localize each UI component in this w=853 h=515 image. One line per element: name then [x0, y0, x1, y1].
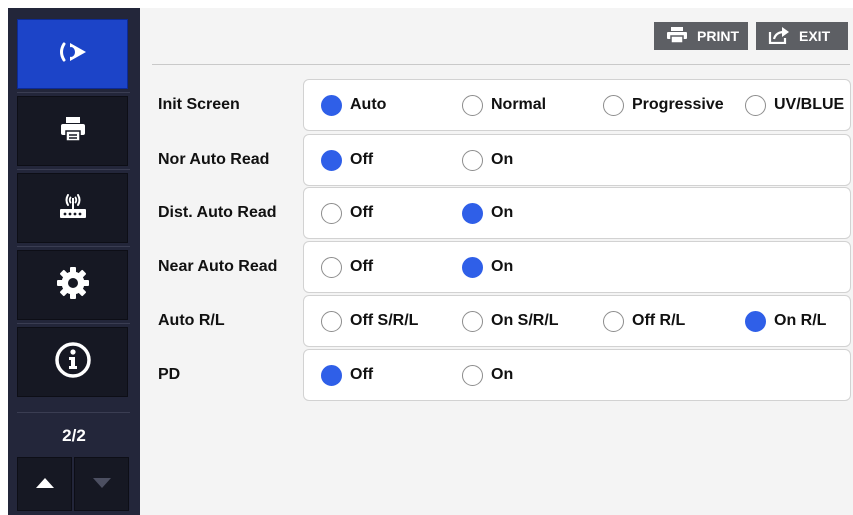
radio-option[interactable]: UV/BLUE — [745, 93, 844, 117]
radio-option-label: Off — [350, 258, 374, 275]
page-indicator: 2/2 — [62, 426, 86, 445]
eye-logo-icon — [58, 40, 88, 69]
page-up-button[interactable] — [17, 457, 72, 511]
arrow-down-icon — [92, 475, 111, 493]
radio-checked-icon[interactable] — [745, 310, 766, 332]
radio-unchecked-icon[interactable] — [603, 94, 624, 116]
setting-label: Near Auto Read — [158, 258, 278, 275]
radio-checked-icon[interactable] — [462, 256, 483, 278]
radio-unchecked-icon[interactable] — [462, 149, 483, 171]
header-divider — [152, 64, 850, 65]
radio-option-label: UV/BLUE — [774, 96, 845, 113]
nav-info-button[interactable] — [17, 327, 128, 397]
radio-option-label: Progressive — [632, 96, 724, 113]
radio-option[interactable]: Off S/R/L — [321, 309, 418, 333]
radio-checked-icon[interactable] — [321, 94, 342, 116]
radio-option-label: On S/R/L — [491, 312, 559, 329]
radio-option-label: Off S/R/L — [350, 312, 419, 329]
radio-option-label: Normal — [491, 96, 547, 113]
radio-checked-icon[interactable] — [462, 202, 483, 224]
radio-checked-icon[interactable] — [321, 364, 342, 386]
setting-option-group: Off S/R/L On S/R/L Off R/L On R/L — [303, 295, 851, 347]
radio-option[interactable]: Off R/L — [603, 309, 685, 333]
radio-unchecked-icon[interactable] — [462, 364, 483, 386]
radio-option[interactable]: Normal — [462, 93, 546, 117]
exit-button[interactable]: EXIT — [756, 22, 848, 50]
radio-option-label: Off — [350, 151, 374, 168]
nav-print-button[interactable] — [17, 96, 128, 166]
radio-unchecked-icon[interactable] — [321, 256, 342, 278]
setting-option-group: Off On — [303, 187, 851, 239]
setting-option-group: Off On — [303, 349, 851, 401]
radio-option-label: On — [491, 151, 514, 168]
radio-option[interactable]: Off — [321, 255, 373, 279]
radio-option[interactable]: On — [462, 201, 513, 225]
exit-label: EXIT — [799, 28, 831, 44]
setting-label: Dist. Auto Read — [158, 204, 277, 221]
main-panel: PRINT EXIT Init Screen Auto Normal Progress… — [140, 8, 853, 515]
radio-option-label: Off R/L — [632, 312, 686, 329]
radio-option[interactable]: On — [462, 255, 513, 279]
radio-option[interactable]: Progressive — [603, 93, 724, 117]
nav-divider — [17, 323, 130, 324]
radio-option-label: On R/L — [774, 312, 827, 329]
print-label: PRINT — [697, 28, 739, 44]
radio-option-label: On — [491, 204, 514, 221]
sidebar: 2/2 — [8, 8, 140, 515]
radio-unchecked-icon[interactable] — [462, 310, 483, 332]
setting-option-group: Auto Normal Progressive UV/BLUE — [303, 79, 851, 131]
nav-settings-button[interactable] — [17, 250, 128, 320]
setting-label: Nor Auto Read — [158, 151, 270, 168]
radio-option[interactable]: Auto — [321, 93, 386, 117]
setting-label: Init Screen — [158, 96, 240, 113]
radio-option[interactable]: On S/R/L — [462, 309, 559, 333]
share-exit-icon — [768, 26, 790, 47]
print-button[interactable]: PRINT — [654, 22, 748, 50]
radio-unchecked-icon[interactable] — [321, 310, 342, 332]
nav-divider — [17, 92, 130, 93]
radio-option-label: Off — [350, 366, 374, 383]
printer-icon — [666, 26, 688, 47]
radio-option[interactable]: On — [462, 363, 513, 387]
info-icon — [54, 341, 92, 384]
nav-network-button[interactable] — [17, 173, 128, 243]
wireless-router-icon — [57, 191, 89, 226]
radio-option[interactable]: On — [462, 148, 513, 172]
radio-option-label: On — [491, 366, 514, 383]
arrow-up-icon — [35, 475, 54, 493]
setting-option-group: Off On — [303, 134, 851, 186]
radio-option[interactable]: Off — [321, 148, 373, 172]
setting-label: Auto R/L — [158, 312, 225, 329]
nav-home-button[interactable] — [17, 19, 128, 89]
gear-icon — [56, 266, 90, 305]
setting-label: PD — [158, 366, 181, 383]
radio-unchecked-icon[interactable] — [603, 310, 624, 332]
page-down-button[interactable] — [74, 457, 129, 511]
printer-icon — [59, 115, 87, 148]
radio-option-label: Off — [350, 204, 374, 221]
radio-option-label: On — [491, 258, 514, 275]
radio-option[interactable]: Off — [321, 363, 373, 387]
radio-checked-icon[interactable] — [321, 149, 342, 171]
setting-option-group: Off On — [303, 241, 851, 293]
nav-divider — [17, 412, 130, 413]
radio-unchecked-icon[interactable] — [321, 202, 342, 224]
radio-option[interactable]: Off — [321, 201, 373, 225]
radio-option[interactable]: On R/L — [745, 309, 826, 333]
nav-divider — [17, 169, 130, 170]
radio-unchecked-icon[interactable] — [745, 94, 766, 116]
radio-option-label: Auto — [350, 96, 387, 113]
nav-divider — [17, 246, 130, 247]
radio-unchecked-icon[interactable] — [462, 94, 483, 116]
